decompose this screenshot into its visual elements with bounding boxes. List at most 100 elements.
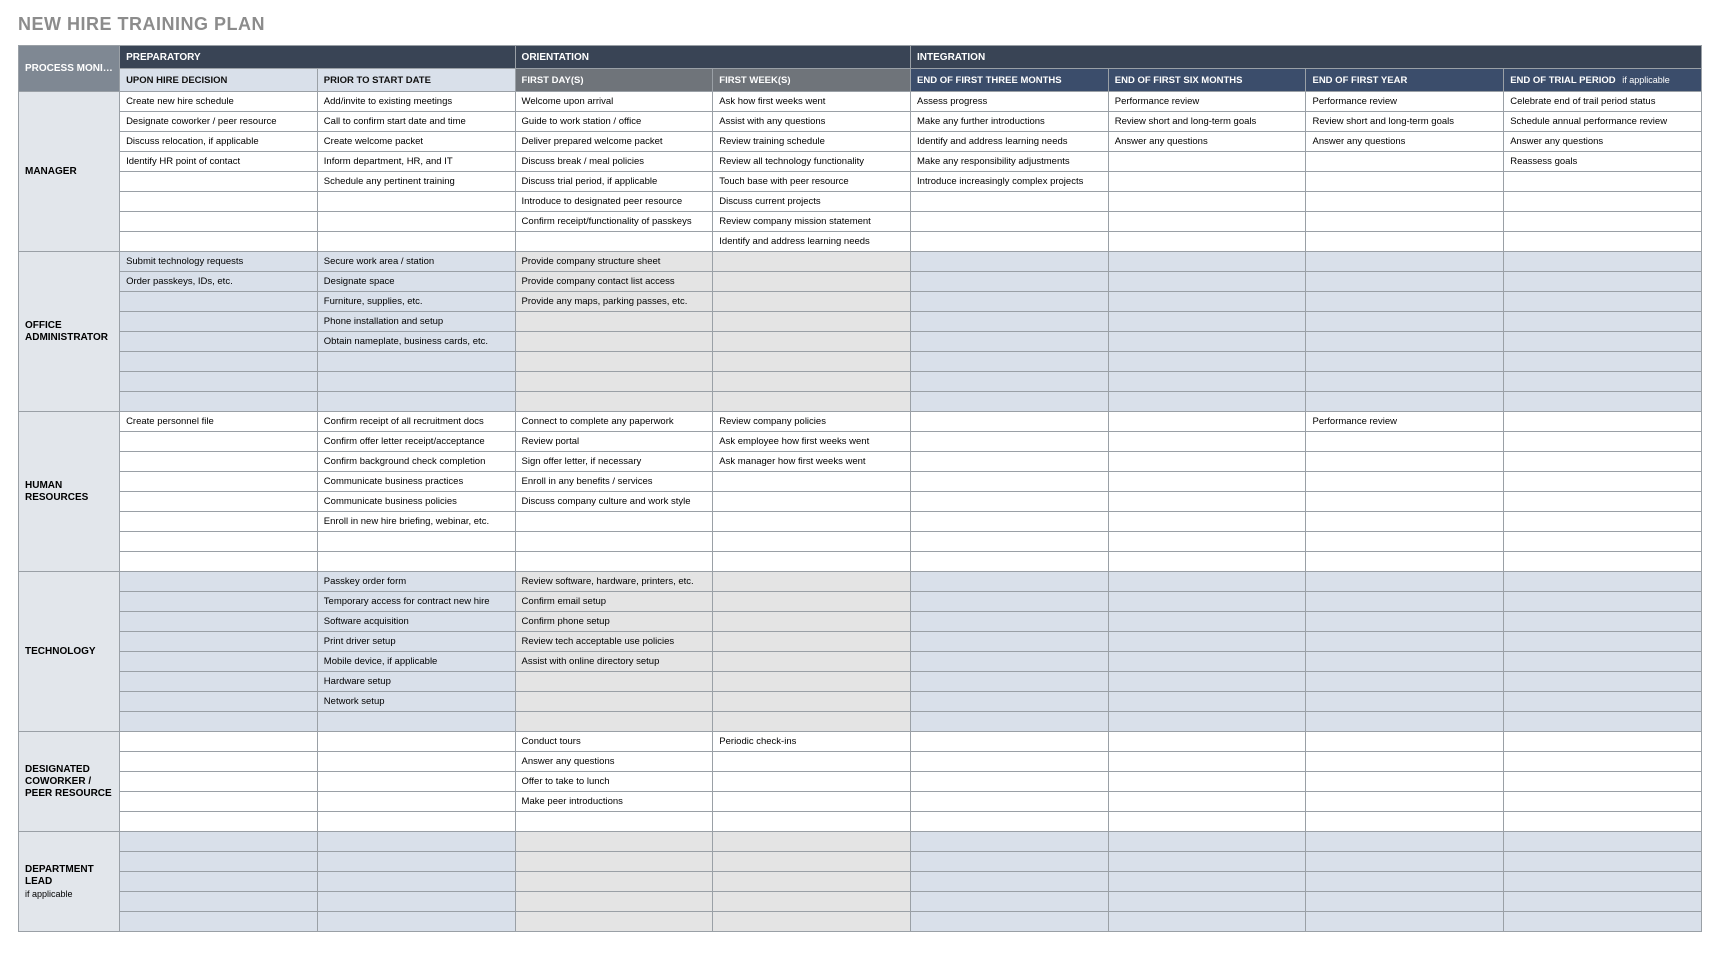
cell: Schedule annual performance review bbox=[1504, 112, 1702, 132]
cell bbox=[1504, 692, 1702, 712]
cell bbox=[1504, 252, 1702, 272]
cell bbox=[1504, 632, 1702, 652]
cell bbox=[1306, 772, 1504, 792]
table-row: Order passkeys, IDs, etc.Designate space… bbox=[19, 272, 1702, 292]
cell bbox=[1306, 152, 1504, 172]
cell bbox=[713, 312, 911, 332]
cell bbox=[1306, 612, 1504, 632]
cell bbox=[120, 612, 318, 632]
cell bbox=[120, 392, 318, 412]
header-c7: END OF FIRST YEAR bbox=[1306, 69, 1504, 92]
cell bbox=[911, 632, 1109, 652]
cell bbox=[317, 872, 515, 892]
cell bbox=[1504, 592, 1702, 612]
cell bbox=[911, 672, 1109, 692]
cell: Assess progress bbox=[911, 92, 1109, 112]
cell bbox=[911, 572, 1109, 592]
cell: Review short and long-term goals bbox=[1108, 112, 1306, 132]
table-row: Schedule any pertinent trainingDiscuss t… bbox=[19, 172, 1702, 192]
cell bbox=[911, 892, 1109, 912]
cell bbox=[120, 752, 318, 772]
cell bbox=[1108, 552, 1306, 572]
cell: Confirm background check completion bbox=[317, 452, 515, 472]
cell: Network setup bbox=[317, 692, 515, 712]
cell bbox=[515, 912, 713, 932]
cell: Assist with any questions bbox=[713, 112, 911, 132]
cell bbox=[1108, 752, 1306, 772]
table-row bbox=[19, 812, 1702, 832]
cell bbox=[1504, 312, 1702, 332]
cell bbox=[1306, 752, 1504, 772]
cell: Confirm receipt/functionality of passkey… bbox=[515, 212, 713, 232]
cell bbox=[1108, 612, 1306, 632]
cell bbox=[515, 692, 713, 712]
cell bbox=[120, 772, 318, 792]
cell: Touch base with peer resource bbox=[713, 172, 911, 192]
cell: Periodic check-ins bbox=[713, 732, 911, 752]
cell: Passkey order form bbox=[317, 572, 515, 592]
cell bbox=[120, 572, 318, 592]
cell: Assist with online directory setup bbox=[515, 652, 713, 672]
cell bbox=[317, 372, 515, 392]
cell: Answer any questions bbox=[1504, 132, 1702, 152]
cell bbox=[713, 712, 911, 732]
cell: Performance review bbox=[1306, 92, 1504, 112]
cell bbox=[120, 552, 318, 572]
cell bbox=[1306, 192, 1504, 212]
cell bbox=[1108, 852, 1306, 872]
table-row: Confirm background check completionSign … bbox=[19, 452, 1702, 472]
cell bbox=[120, 692, 318, 712]
cell bbox=[317, 532, 515, 552]
cell bbox=[713, 352, 911, 372]
cell bbox=[713, 552, 911, 572]
cell: Confirm offer letter receipt/acceptance bbox=[317, 432, 515, 452]
cell bbox=[317, 892, 515, 912]
cell bbox=[1306, 452, 1504, 472]
cell: Sign offer letter, if necessary bbox=[515, 452, 713, 472]
cell bbox=[120, 492, 318, 512]
cell bbox=[1108, 472, 1306, 492]
cell bbox=[120, 812, 318, 832]
cell: Performance review bbox=[1306, 412, 1504, 432]
cell bbox=[1504, 712, 1702, 732]
cell bbox=[1306, 832, 1504, 852]
cell: Create personnel file bbox=[120, 412, 318, 432]
header-integration: INTEGRATION bbox=[911, 46, 1702, 69]
cell bbox=[1306, 212, 1504, 232]
cell bbox=[713, 332, 911, 352]
cell bbox=[1306, 872, 1504, 892]
cell bbox=[120, 512, 318, 532]
cell bbox=[1504, 292, 1702, 312]
cell bbox=[1108, 812, 1306, 832]
cell: Introduce increasingly complex projects bbox=[911, 172, 1109, 192]
cell bbox=[713, 792, 911, 812]
cell bbox=[1504, 832, 1702, 852]
role-cell: DESIGNATED COWORKER / PEER RESOURCE bbox=[19, 732, 120, 832]
table-row: Obtain nameplate, business cards, etc. bbox=[19, 332, 1702, 352]
cell bbox=[911, 812, 1109, 832]
cell bbox=[911, 732, 1109, 752]
cell bbox=[713, 252, 911, 272]
cell bbox=[1108, 392, 1306, 412]
cell bbox=[1306, 472, 1504, 492]
cell bbox=[911, 612, 1109, 632]
table-row: Make peer introductions bbox=[19, 792, 1702, 812]
table-row: Introduce to designated peer resourceDis… bbox=[19, 192, 1702, 212]
table-row: Confirm offer letter receipt/acceptanceR… bbox=[19, 432, 1702, 452]
cell bbox=[713, 872, 911, 892]
cell bbox=[1504, 892, 1702, 912]
table-row: Enroll in new hire briefing, webinar, et… bbox=[19, 512, 1702, 532]
cell bbox=[1504, 492, 1702, 512]
cell: Provide company structure sheet bbox=[515, 252, 713, 272]
cell bbox=[911, 512, 1109, 532]
role-cell: OFFICE ADMINISTRATOR bbox=[19, 252, 120, 412]
cell bbox=[1306, 732, 1504, 752]
cell bbox=[1306, 812, 1504, 832]
cell: Review training schedule bbox=[713, 132, 911, 152]
cell bbox=[1504, 472, 1702, 492]
cell: Celebrate end of trail period status bbox=[1504, 92, 1702, 112]
cell bbox=[1108, 872, 1306, 892]
cell bbox=[713, 612, 911, 632]
cell bbox=[1108, 912, 1306, 932]
cell bbox=[515, 832, 713, 852]
